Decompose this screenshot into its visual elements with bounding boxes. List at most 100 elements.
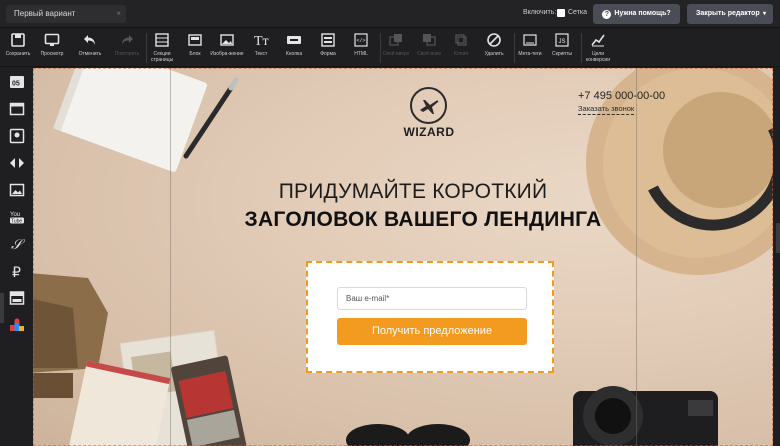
right-panel-edge [773,68,780,446]
undo-icon [84,35,95,45]
map-pin-icon[interactable] [9,128,25,144]
close-editor-label: Закрыть редактор [696,10,760,17]
form-icon [321,33,335,47]
html-icon: </> [354,33,368,47]
left-widget-bar: 05 You Tube 𝒮 ₽ [0,68,33,446]
top-bar: Первый вариант × Включить: Сетка ? Нужна … [0,0,780,28]
tool-html[interactable]: </> HTML [343,32,379,66]
tool-conversion[interactable]: Цели конверсии [580,32,616,66]
help-button-label: Нужна помощь? [614,10,671,17]
grid-guide-right [636,68,637,446]
tool-label: Скрипты [552,51,572,57]
tool-label: Отменить [78,51,102,57]
tool-label: Текст [254,51,268,57]
tool-button[interactable]: Кнопка [276,32,312,66]
landing-canvas[interactable]: WIZARD +7 495 000-00-00 Заказать звонок … [33,68,773,446]
block-icon [188,34,202,46]
copy-icon [455,34,467,46]
svg-text:You: You [10,212,20,218]
tool-label: Повторить [114,51,140,57]
signature-icon[interactable]: 𝒮 [9,236,26,253]
signature-text: 𝒮 [11,238,25,252]
tool-meta[interactable]: Мета-теги [512,32,548,66]
timer-text: 05 [12,81,20,88]
sections-icon [155,33,169,47]
headline-line-2: ЗАГОЛОВОК ВАШЕГО ЛЕНДИНГА [244,208,602,231]
right-panel-toggle[interactable] [776,223,780,253]
tool-label: Просмотр [40,51,64,57]
close-editor-button[interactable]: Закрыть редактор ▾ [687,4,773,24]
layer-down-icon [423,34,436,46]
tool-label: HTML [354,51,368,57]
tool-layer-down[interactable]: Свой вниз [411,32,447,66]
tool-label: Свой вверх [382,51,410,57]
window-icon[interactable] [9,101,25,117]
youtube-icon[interactable]: You Tube [9,209,25,225]
layer-up-icon [389,34,402,46]
gallery-icon[interactable] [9,182,25,198]
tool-label: Свой вниз [417,51,441,57]
ruble-icon[interactable]: ₽ [9,263,25,281]
code-arrows-icon[interactable] [9,155,25,171]
lead-form[interactable]: Ваш e-mail* Получить предложение [306,261,554,373]
ruble-text: ₽ [12,265,21,279]
timer-icon[interactable]: 05 [9,74,25,90]
text-icon: Tт [254,34,269,48]
tool-redo[interactable]: Повторить [109,32,145,66]
tool-label: Удалить [484,51,504,57]
save-icon [11,33,25,47]
enable-label: Включить: [523,9,557,16]
tool-label: Кнопка [285,51,303,57]
image-icon [220,34,234,46]
button-icon [287,36,301,44]
help-button[interactable]: ? Нужна помощь? [593,4,680,24]
tool-block[interactable]: Блок [177,32,213,66]
tool-label: Копия [454,51,468,57]
tool-undo[interactable]: Отменить [72,32,108,66]
tool-sections[interactable]: Секции страницы [144,32,180,66]
tool-label: Секции страницы [150,51,174,63]
tool-copy[interactable]: Копия [443,32,479,66]
email-field[interactable]: Ваш e-mail* [337,287,527,310]
grid-guide-left [170,68,171,446]
tool-delete[interactable]: Удалить [476,32,512,66]
tool-layer-up[interactable]: Свой вверх [378,32,414,66]
grid-checkbox[interactable] [557,9,565,17]
logo-emblem [410,87,447,124]
tool-label: Мета-теги [518,51,542,57]
tool-label: Изобра-жение [210,51,244,57]
grid-label: Сетка [568,9,588,16]
scripts-icon: JS [555,33,569,47]
variant-name: Первый вариант [14,9,76,18]
chart-icon [591,34,605,47]
headline-line-1: ПРИДУМАЙТЕ КОРОТКИЙ [278,180,548,203]
tool-image[interactable]: Изобра-жение [209,32,245,66]
svg-text:JS: JS [559,39,566,45]
left-panel-toggle[interactable] [0,293,4,323]
close-variant-icon[interactable]: × [116,5,121,23]
tool-save[interactable]: Сохранить [0,32,36,66]
callback-link[interactable]: Заказать звонок [578,104,635,115]
phone-number: +7 495 000-00-00 [578,90,666,102]
tool-text[interactable]: Tт Текст [243,32,279,66]
tool-label: Форма [320,51,336,57]
share-icon[interactable] [9,317,25,333]
svg-text:Tт: Tт [254,34,269,48]
tool-scripts[interactable]: JS Скрипты [544,32,580,66]
tool-label: Цели конверсии [585,51,611,63]
svg-text:Tube: Tube [11,219,22,225]
layout-icon[interactable] [9,290,25,306]
variant-tab[interactable]: Первый вариант × [6,5,126,23]
meta-icon [523,34,537,46]
tool-label: Сохранить [5,51,31,57]
monitor-icon [44,33,60,46]
svg-text:</>: </> [357,38,366,44]
submit-button[interactable]: Получить предложение [337,318,527,345]
question-icon: ? [602,10,612,19]
delete-icon [487,33,501,47]
logo-text: WIZARD [403,125,455,139]
redo-icon [122,35,133,45]
tool-preview[interactable]: Просмотр [34,32,70,66]
tool-form[interactable]: Форма [310,32,346,66]
chevron-down-icon[interactable]: ▾ [763,4,766,24]
